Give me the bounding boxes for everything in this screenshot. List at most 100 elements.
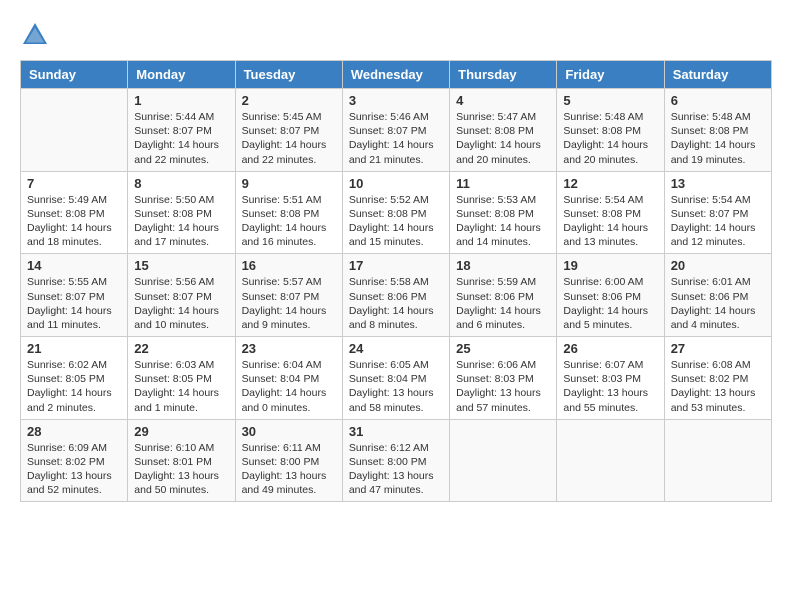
day-number: 29 (134, 424, 228, 439)
day-info: Sunrise: 5:53 AM Sunset: 8:08 PM Dayligh… (456, 193, 550, 250)
calendar-week-2: 7 Sunrise: 5:49 AM Sunset: 8:08 PM Daylig… (21, 171, 772, 254)
calendar-cell (557, 419, 664, 502)
calendar-cell: 12Sunrise: 5:54 AM Sunset: 8:08 PM Dayli… (557, 171, 664, 254)
day-number: 2 (242, 93, 336, 108)
day-number: 31 (349, 424, 443, 439)
day-number: 19 (563, 258, 657, 273)
day-info: Sunrise: 5:49 AM Sunset: 8:08 PM Dayligh… (27, 193, 121, 250)
day-info: Sunrise: 5:52 AM Sunset: 8:08 PM Dayligh… (349, 193, 443, 250)
day-number: 21 (27, 341, 121, 356)
day-info: Sunrise: 5:54 AM Sunset: 8:07 PM Dayligh… (671, 193, 765, 250)
day-info: Sunrise: 5:46 AM Sunset: 8:07 PM Dayligh… (349, 110, 443, 167)
calendar-cell: 10 Sunrise: 5:52 AM Sunset: 8:08 PM Dayli… (342, 171, 449, 254)
header-wednesday: Wednesday (342, 61, 449, 89)
day-number: 17 (349, 258, 443, 273)
page-header (20, 20, 772, 50)
day-number: 30 (242, 424, 336, 439)
calendar-cell (450, 419, 557, 502)
calendar-cell: 8 Sunrise: 5:50 AM Sunset: 8:08 PM Daylig… (128, 171, 235, 254)
calendar-cell: 9 Sunrise: 5:51 AM Sunset: 8:08 PM Daylig… (235, 171, 342, 254)
header-thursday: Thursday (450, 61, 557, 89)
day-number: 12 (563, 176, 657, 191)
day-number: 6 (671, 93, 765, 108)
day-number: 24 (349, 341, 443, 356)
day-info: Sunrise: 6:10 AM Sunset: 8:01 PM Dayligh… (134, 441, 228, 498)
day-info: Sunrise: 5:56 AM Sunset: 8:07 PM Dayligh… (134, 275, 228, 332)
day-number: 14 (27, 258, 121, 273)
day-info: Sunrise: 6:00 AM Sunset: 8:06 PM Dayligh… (563, 275, 657, 332)
calendar-cell: 27Sunrise: 6:08 AM Sunset: 8:02 PM Dayli… (664, 337, 771, 420)
day-number: 18 (456, 258, 550, 273)
day-info: Sunrise: 5:48 AM Sunset: 8:08 PM Dayligh… (563, 110, 657, 167)
day-info: Sunrise: 5:44 AM Sunset: 8:07 PM Dayligh… (134, 110, 228, 167)
day-info: Sunrise: 6:12 AM Sunset: 8:00 PM Dayligh… (349, 441, 443, 498)
day-info: Sunrise: 5:45 AM Sunset: 8:07 PM Dayligh… (242, 110, 336, 167)
day-number: 22 (134, 341, 228, 356)
calendar-week-5: 28 Sunrise: 6:09 AM Sunset: 8:02 PM Dayli… (21, 419, 772, 502)
calendar-cell: 28 Sunrise: 6:09 AM Sunset: 8:02 PM Dayli… (21, 419, 128, 502)
calendar-cell: 15 Sunrise: 5:56 AM Sunset: 8:07 PM Dayli… (128, 254, 235, 337)
calendar-cell: 6 Sunrise: 5:48 AM Sunset: 8:08 PM Daylig… (664, 89, 771, 172)
day-info: Sunrise: 6:09 AM Sunset: 8:02 PM Dayligh… (27, 441, 121, 498)
calendar-cell: 3 Sunrise: 5:46 AM Sunset: 8:07 PM Daylig… (342, 89, 449, 172)
day-number: 10 (349, 176, 443, 191)
header-monday: Monday (128, 61, 235, 89)
day-info: Sunrise: 6:11 AM Sunset: 8:00 PM Dayligh… (242, 441, 336, 498)
day-number: 27 (671, 341, 765, 356)
calendar-week-4: 21 Sunrise: 6:02 AM Sunset: 8:05 PM Dayli… (21, 337, 772, 420)
day-info: Sunrise: 5:55 AM Sunset: 8:07 PM Dayligh… (27, 275, 121, 332)
day-number: 28 (27, 424, 121, 439)
header-row: SundayMondayTuesdayWednesdayThursdayFrid… (21, 61, 772, 89)
logo-icon (20, 20, 50, 50)
calendar-table: SundayMondayTuesdayWednesdayThursdayFrid… (20, 60, 772, 502)
calendar-cell (664, 419, 771, 502)
calendar-cell: 22 Sunrise: 6:03 AM Sunset: 8:05 PM Dayli… (128, 337, 235, 420)
day-info: Sunrise: 6:01 AM Sunset: 8:06 PM Dayligh… (671, 275, 765, 332)
calendar-cell: 24 Sunrise: 6:05 AM Sunset: 8:04 PM Dayli… (342, 337, 449, 420)
day-number: 11 (456, 176, 550, 191)
calendar-cell: 2 Sunrise: 5:45 AM Sunset: 8:07 PM Daylig… (235, 89, 342, 172)
day-info: Sunrise: 5:48 AM Sunset: 8:08 PM Dayligh… (671, 110, 765, 167)
day-info: Sunrise: 5:57 AM Sunset: 8:07 PM Dayligh… (242, 275, 336, 332)
logo (20, 20, 54, 50)
calendar-cell: 17 Sunrise: 5:58 AM Sunset: 8:06 PM Dayli… (342, 254, 449, 337)
day-info: Sunrise: 6:07 AM Sunset: 8:03 PM Dayligh… (563, 358, 657, 415)
day-number: 15 (134, 258, 228, 273)
calendar-body: 1 Sunrise: 5:44 AM Sunset: 8:07 PM Daylig… (21, 89, 772, 502)
day-info: Sunrise: 5:51 AM Sunset: 8:08 PM Dayligh… (242, 193, 336, 250)
day-info: Sunrise: 5:50 AM Sunset: 8:08 PM Dayligh… (134, 193, 228, 250)
calendar-cell: 1 Sunrise: 5:44 AM Sunset: 8:07 PM Daylig… (128, 89, 235, 172)
header-tuesday: Tuesday (235, 61, 342, 89)
calendar-cell: 20Sunrise: 6:01 AM Sunset: 8:06 PM Dayli… (664, 254, 771, 337)
day-info: Sunrise: 6:05 AM Sunset: 8:04 PM Dayligh… (349, 358, 443, 415)
calendar-cell: 26 Sunrise: 6:07 AM Sunset: 8:03 PM Dayli… (557, 337, 664, 420)
day-number: 9 (242, 176, 336, 191)
calendar-cell: 7 Sunrise: 5:49 AM Sunset: 8:08 PM Daylig… (21, 171, 128, 254)
day-info: Sunrise: 6:03 AM Sunset: 8:05 PM Dayligh… (134, 358, 228, 415)
header-saturday: Saturday (664, 61, 771, 89)
day-number: 3 (349, 93, 443, 108)
header-sunday: Sunday (21, 61, 128, 89)
day-number: 5 (563, 93, 657, 108)
day-number: 16 (242, 258, 336, 273)
day-number: 26 (563, 341, 657, 356)
day-info: Sunrise: 5:47 AM Sunset: 8:08 PM Dayligh… (456, 110, 550, 167)
day-number: 7 (27, 176, 121, 191)
calendar-week-1: 1 Sunrise: 5:44 AM Sunset: 8:07 PM Daylig… (21, 89, 772, 172)
calendar-cell: 30 Sunrise: 6:11 AM Sunset: 8:00 PM Dayli… (235, 419, 342, 502)
day-number: 1 (134, 93, 228, 108)
day-info: Sunrise: 5:58 AM Sunset: 8:06 PM Dayligh… (349, 275, 443, 332)
calendar-cell: 29 Sunrise: 6:10 AM Sunset: 8:01 PM Dayli… (128, 419, 235, 502)
calendar-week-3: 14 Sunrise: 5:55 AM Sunset: 8:07 PM Dayli… (21, 254, 772, 337)
calendar-cell: 14 Sunrise: 5:55 AM Sunset: 8:07 PM Dayli… (21, 254, 128, 337)
calendar-cell: 21 Sunrise: 6:02 AM Sunset: 8:05 PM Dayli… (21, 337, 128, 420)
day-number: 4 (456, 93, 550, 108)
day-number: 25 (456, 341, 550, 356)
calendar-cell: 11 Sunrise: 5:53 AM Sunset: 8:08 PM Dayli… (450, 171, 557, 254)
day-number: 8 (134, 176, 228, 191)
day-info: Sunrise: 6:06 AM Sunset: 8:03 PM Dayligh… (456, 358, 550, 415)
day-info: Sunrise: 6:02 AM Sunset: 8:05 PM Dayligh… (27, 358, 121, 415)
calendar-cell: 23Sunrise: 6:04 AM Sunset: 8:04 PM Dayli… (235, 337, 342, 420)
calendar-cell: 18Sunrise: 5:59 AM Sunset: 8:06 PM Dayli… (450, 254, 557, 337)
calendar-cell: 25 Sunrise: 6:06 AM Sunset: 8:03 PM Dayli… (450, 337, 557, 420)
